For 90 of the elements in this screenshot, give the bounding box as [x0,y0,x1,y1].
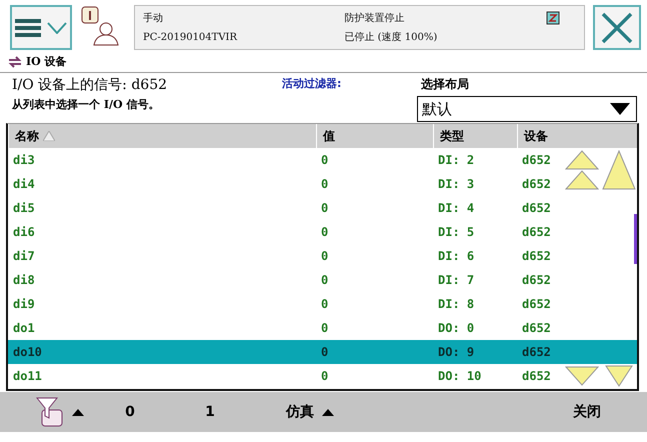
type-cell: DI: 2 [438,153,474,167]
filter-icon [36,396,64,428]
value-cell: 0 [321,369,328,383]
up-triangle-icon [602,150,636,190]
value-cell: 0 [321,249,328,263]
type-cell: DO: 9 [438,345,474,359]
name-cell: do10 [13,345,42,359]
scroll-down-button[interactable] [605,365,633,387]
simulate-button[interactable]: 仿真 [250,392,370,432]
app-title: IO 设备 [26,54,67,69]
double-up-icon [565,150,599,190]
value-cell: 0 [321,177,328,191]
table-row[interactable]: do11 0 DO: 10 d652 [8,364,637,388]
device-cell: d652 [522,273,551,287]
column-header[interactable]: 名称 [8,124,316,148]
page-down-button[interactable] [565,366,599,386]
name-cell: di8 [13,273,35,287]
table-row[interactable]: di6 0 DI: 5 d652 [8,220,637,244]
table-row[interactable]: di9 0 DI: 8 d652 [8,292,637,316]
device-cell: d652 [522,369,551,383]
table-row[interactable]: di8 0 DI: 7 d652 [8,268,637,292]
filter-label: 活动过滤器: [282,76,342,91]
table-row[interactable]: do1 0 DO: 0 d652 [8,316,637,340]
dropdown-arrow-icon [610,103,630,115]
scroll-up-button[interactable] [602,150,636,190]
table-row[interactable]: di5 0 DI: 4 d652 [8,196,637,220]
menu-icon [15,18,41,38]
column-header[interactable]: 类型 [433,124,517,148]
type-cell: DO: 0 [438,321,474,335]
name-cell: di7 [13,249,35,263]
type-cell: DO: 10 [438,369,482,383]
device-cell: d652 [522,249,551,263]
hint-text: 从列表中选择一个 I/O 信号。 [12,97,160,112]
event-log-icon[interactable] [80,5,120,47]
device-cell: d652 [522,177,551,191]
value-cell: 0 [321,201,328,215]
mode-text: 手动 [143,12,164,25]
type-cell: DI: 3 [438,177,474,191]
value-cell: 0 [321,153,328,167]
name-cell: do1 [13,321,35,335]
device-cell: d652 [522,297,551,311]
value-cell: 0 [321,273,328,287]
name-cell: do11 [13,369,42,383]
column-header[interactable]: 设备 [517,124,637,148]
scrollbar[interactable] [634,214,637,264]
one-button[interactable]: 1 [170,392,250,432]
menu-button[interactable] [10,5,72,50]
state-text: 防护装置停止 [344,12,406,25]
type-cell: DI: 5 [438,225,474,239]
zero-button[interactable]: 0 [90,392,170,432]
down-triangle-icon [605,365,633,387]
type-cell: DI: 6 [438,249,474,263]
close-icon [600,10,634,44]
name-cell: di6 [13,225,35,239]
controller-name: PC-20190104TVIR [143,32,238,43]
device-cell: d652 [522,225,551,239]
name-cell: di4 [13,177,35,191]
value-cell: 0 [321,225,328,239]
chevron-down-icon [47,22,67,34]
device-cell: d652 [522,345,551,359]
caret-up-icon [72,408,84,416]
down-triangle-icon [565,366,599,386]
name-cell: di5 [13,201,35,215]
sort-icon [43,131,55,141]
type-cell: DI: 7 [438,273,474,287]
type-cell: DI: 4 [438,201,474,215]
value-cell: 0 [321,297,328,311]
column-header[interactable]: 值 [316,124,433,148]
value-cell: 0 [321,345,328,359]
layout-dropdown[interactable]: 默认 [417,96,637,122]
table-row[interactable]: do10 0 DO: 9 d652 [8,340,637,364]
device-cell: d652 [522,201,551,215]
page-up-button[interactable] [565,150,599,190]
device-cell: d652 [522,153,551,167]
signals-title: I/O 设备上的信号: d652 [12,76,168,94]
io-icon [8,56,22,68]
device-cell: d652 [522,321,551,335]
caret-up-icon [322,408,334,416]
speed-text: 已停止 (速度 100%) [344,30,438,44]
task-icon [546,10,560,25]
type-cell: DI: 8 [438,297,474,311]
table-row[interactable]: di7 0 DI: 6 d652 [8,244,637,268]
close-app-button[interactable]: 关闭 [537,392,637,432]
close-button[interactable] [593,5,641,50]
value-cell: 0 [321,321,328,335]
name-cell: di9 [13,297,35,311]
name-cell: di3 [13,153,35,167]
table-row[interactable]: di3 0 DI: 2 d652 [8,148,637,172]
layout-label: 选择布局 [420,76,470,93]
table-row[interactable]: di4 0 DI: 3 d652 [8,172,637,196]
